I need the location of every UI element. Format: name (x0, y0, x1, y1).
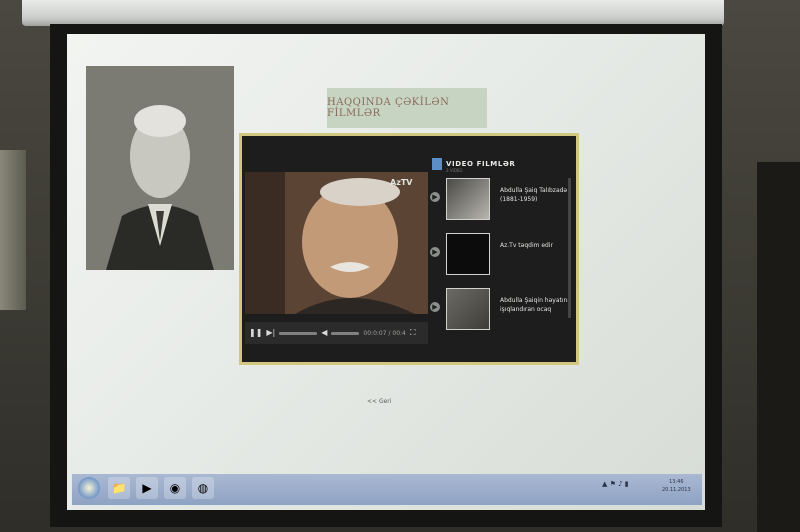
play-icon[interactable]: ▶ (430, 302, 440, 312)
video-thumbnail[interactable] (446, 233, 490, 275)
time-readout: 00:0:07 / 00:4 (363, 329, 406, 337)
volume-slider[interactable] (331, 331, 360, 335)
video-thumbnail[interactable] (446, 178, 490, 220)
volume-icon[interactable]: ◀ (321, 329, 327, 337)
video-frame[interactable]: AzTV (245, 172, 428, 314)
playlist-subtitle: 3 VIDEO (446, 168, 463, 173)
player-controls: ❚❚ ▶| ◀ 00:0:07 / 00:4 ⛶ (245, 322, 428, 344)
list-item-title: Az.Tv təqdim edir (500, 242, 553, 249)
pause-icon[interactable]: ❚❚ (249, 329, 262, 337)
clock-time: 13:46 (669, 479, 684, 485)
fullscreen-icon[interactable]: ⛶ (410, 329, 416, 337)
file-explorer-icon[interactable]: 📁 (108, 477, 130, 499)
projected-desktop: HAQQINDA ÇƏKİLƏN FİLMLƏR AzTV ❚❚ ▶| ◀ 00… (67, 34, 705, 510)
list-item-title: Abdulla Şaiqin həyatını işıqlandıran oca… (500, 297, 569, 313)
play-icon[interactable]: ▶ (430, 192, 440, 202)
list-item-title: Abdulla Şaiq Talıbzadə (1881-1959) (500, 187, 568, 203)
screen-roller (22, 0, 724, 26)
taskbar-clock[interactable]: 13:46 20.11.2013 (662, 478, 691, 494)
windows-taskbar: 📁 ▶ ◉ ◍ ▲ ⚑ ♪ ▮ 13:46 20.11.2013 (72, 474, 702, 505)
system-tray-icons[interactable]: ▲ ⚑ ♪ ▮ (602, 480, 629, 488)
video-player-inner: AzTV ❚❚ ▶| ◀ 00:0:07 / 00:4 ⛶ VIDEO FILM… (242, 136, 576, 362)
list-item[interactable]: ▶ Az.Tv təqdim edir (428, 231, 576, 277)
video-player: AzTV ❚❚ ▶| ◀ 00:0:07 / 00:4 ⛶ VIDEO FILM… (239, 133, 579, 365)
list-item[interactable]: ▶ Abdulla Şaiq Talıbzadə (1881-1959) (428, 176, 576, 222)
next-icon[interactable]: ▶| (266, 329, 275, 337)
progress-bar[interactable] (279, 331, 318, 335)
channel-logo: AzTV (390, 178, 413, 187)
side-cabinet (757, 162, 800, 532)
slide-title: HAQQINDA ÇƏKİLƏN FİLMLƏR (327, 97, 450, 119)
playlist-header: VIDEO FILMLƏR (432, 158, 515, 170)
list-item[interactable]: ▶ Abdulla Şaiqin həyatını işıqlandıran o… (428, 286, 576, 332)
film-icon (432, 158, 442, 170)
media-player-icon[interactable]: ▶ (136, 477, 158, 499)
start-button[interactable] (78, 477, 100, 499)
chrome-icon[interactable]: ◉ (164, 477, 186, 499)
playlist-title: VIDEO FILMLƏR (446, 160, 516, 168)
left-curtain (0, 150, 26, 310)
clock-date: 20.11.2013 (662, 487, 691, 493)
slide-title-box: HAQQINDA ÇƏKİLƏN FİLMLƏR (327, 88, 487, 128)
video-thumbnail[interactable] (446, 288, 490, 330)
firefox-icon[interactable]: ◍ (192, 477, 214, 499)
portrait-photo (86, 66, 234, 270)
back-link[interactable]: << Geri (367, 398, 391, 405)
playlist-scrollbar[interactable] (568, 178, 571, 318)
play-icon[interactable]: ▶ (430, 247, 440, 257)
